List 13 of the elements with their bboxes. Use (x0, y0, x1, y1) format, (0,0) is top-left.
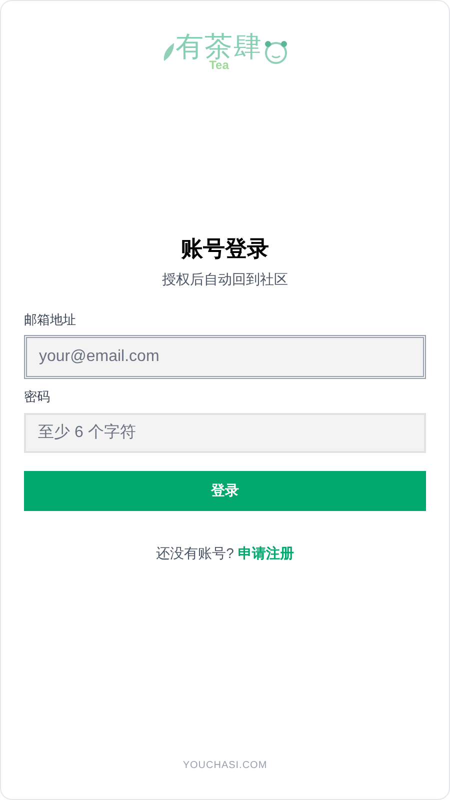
logo-text: 有茶肆 (176, 33, 262, 61)
page-subtitle: 授权后自动回到社区 (162, 270, 288, 288)
leaf-icon (162, 41, 176, 63)
logo-subtext: Tea (209, 59, 229, 71)
signup-prompt: 还没有账号? (156, 544, 234, 562)
login-button[interactable]: 登录 (24, 470, 426, 510)
signup-link[interactable]: 申请注册 (238, 542, 294, 564)
field-label: 邮箱地址 (24, 310, 77, 328)
page-title: 账号登录 (181, 235, 269, 262)
field-label: 密码 (24, 388, 51, 406)
footer-text: YOUCHASI.COM (182, 759, 268, 773)
panda-face-icon (262, 39, 288, 65)
input-field[interactable]: your@email.com (24, 335, 426, 379)
